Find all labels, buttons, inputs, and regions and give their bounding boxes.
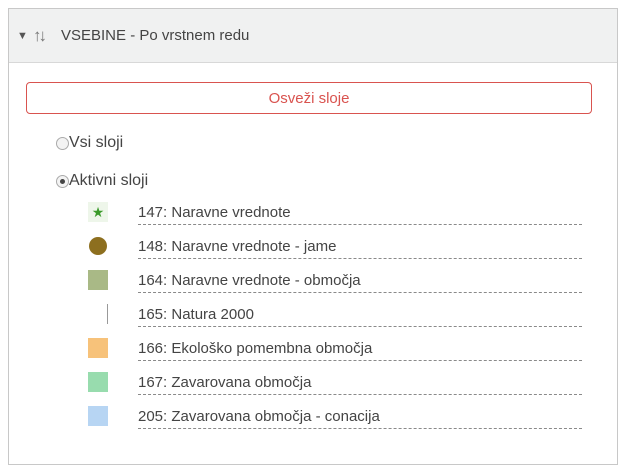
square-icon bbox=[88, 406, 108, 426]
radio-active-layers-label: Aktivni sloji bbox=[69, 172, 149, 189]
radio-all-layers-icon[interactable] bbox=[56, 136, 69, 150]
layer-label[interactable]: 165: Natura 2000 bbox=[138, 306, 582, 327]
layer-list: ★ 147: Naravne vrednote 148: Naravne vre… bbox=[88, 195, 608, 433]
radio-all-layers-label: Vsi sloji bbox=[69, 134, 124, 151]
layer-item-165[interactable]: 165: Natura 2000 bbox=[88, 297, 608, 331]
square-icon bbox=[88, 270, 108, 290]
refresh-layers-button[interactable]: Osveži sloje bbox=[26, 82, 592, 114]
layer-label[interactable]: 147: Naravne vrednote bbox=[138, 204, 582, 225]
panel-title: VSEBINE - Po vrstnem redu bbox=[61, 27, 250, 44]
layer-item-205[interactable]: 205: Zavarovana območja - conacija bbox=[88, 399, 608, 433]
sort-arrows-icon[interactable]: ↑↓ bbox=[33, 26, 61, 46]
layer-label[interactable]: 148: Naravne vrednote - jame bbox=[138, 238, 582, 259]
square-icon bbox=[88, 372, 108, 392]
layer-item-167[interactable]: 167: Zavarovana območja bbox=[88, 365, 608, 399]
radio-all-layers[interactable]: Vsi sloji bbox=[56, 134, 123, 152]
circle-icon bbox=[89, 237, 107, 255]
layer-item-148[interactable]: 148: Naravne vrednote - jame bbox=[88, 229, 608, 263]
square-icon bbox=[88, 338, 108, 358]
radio-active-layers-icon[interactable] bbox=[56, 174, 69, 188]
layer-item-166[interactable]: 166: Ekološko pomembna območja bbox=[88, 331, 608, 365]
collapse-caret-icon[interactable]: ▼ bbox=[17, 30, 33, 42]
radio-active-layers[interactable]: Aktivni sloji bbox=[56, 172, 148, 190]
layer-label[interactable]: 166: Ekološko pomembna območja bbox=[138, 340, 582, 361]
layer-item-164[interactable]: 164: Naravne vrednote - območja bbox=[88, 263, 608, 297]
panel-header[interactable]: ▼ ↑↓ VSEBINE - Po vrstnem redu bbox=[9, 9, 617, 63]
star-icon: ★ bbox=[88, 202, 108, 222]
layer-label[interactable]: 167: Zavarovana območja bbox=[138, 374, 582, 395]
layer-label[interactable]: 164: Naravne vrednote - območja bbox=[138, 272, 582, 293]
empty-icon bbox=[88, 304, 108, 324]
layer-label[interactable]: 205: Zavarovana območja - conacija bbox=[138, 408, 582, 429]
layer-item-147[interactable]: ★ 147: Naravne vrednote bbox=[88, 195, 608, 229]
